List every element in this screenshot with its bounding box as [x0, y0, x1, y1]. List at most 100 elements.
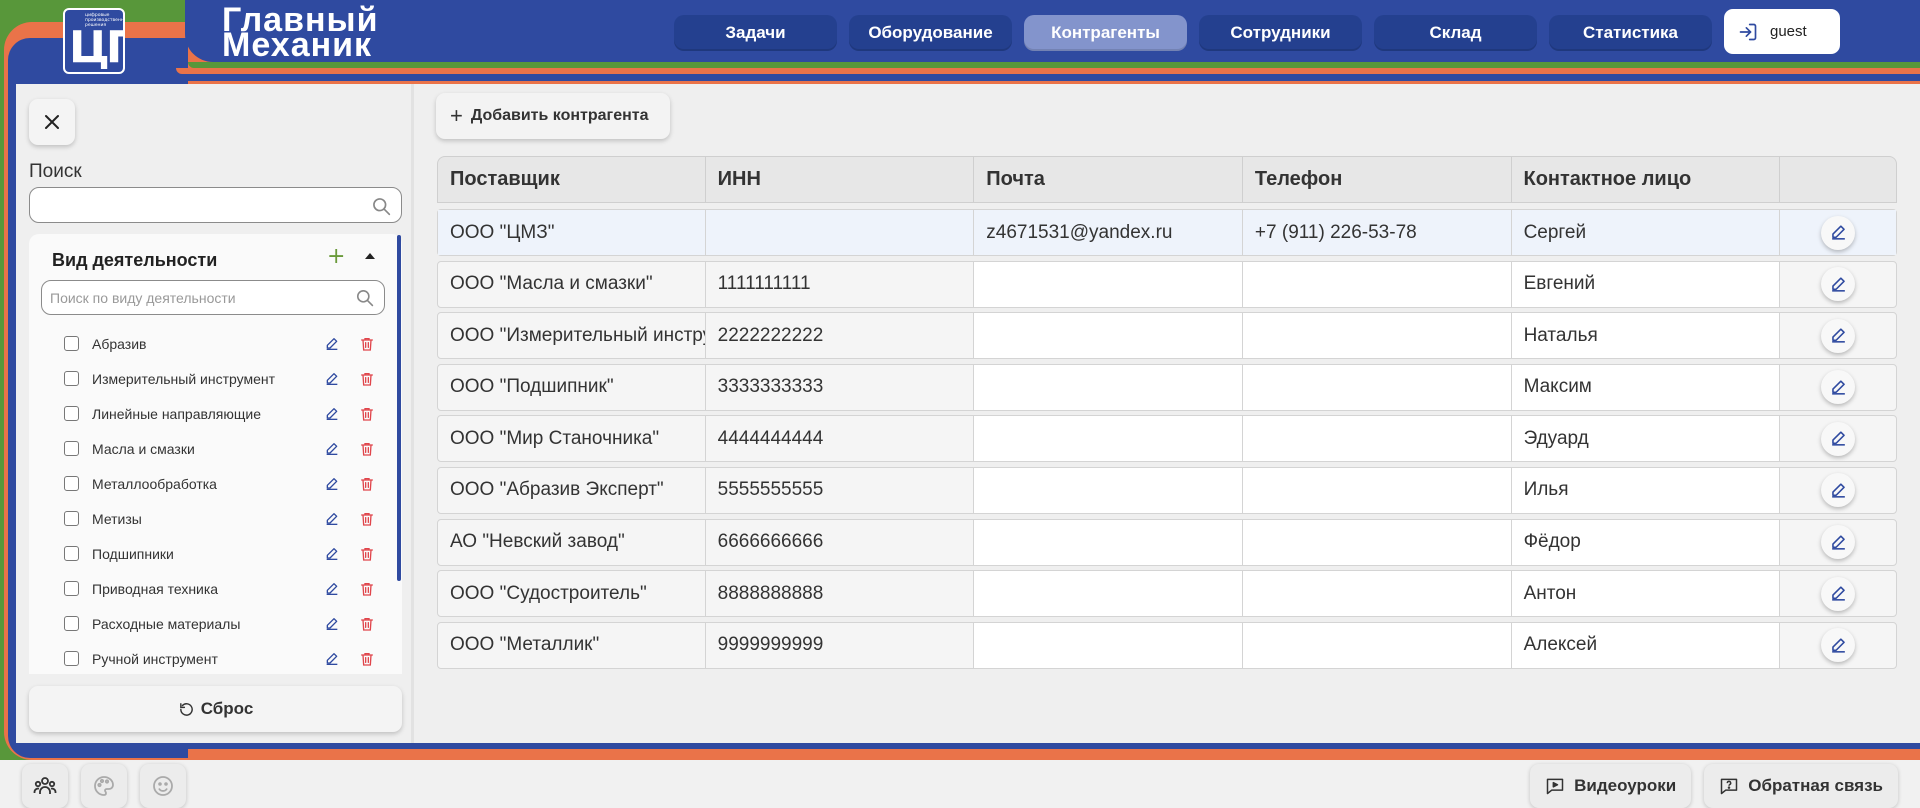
edit-row-button[interactable] — [1821, 318, 1856, 353]
cell-contact: Эдуард — [1511, 416, 1781, 462]
cell-actions — [1780, 262, 1896, 307]
filter-sidebar: Поиск Вид деятельности + Поиск по виду д… — [16, 84, 414, 743]
video-lessons-button[interactable]: Видеоуроки — [1530, 764, 1692, 808]
cell-phone — [1242, 261, 1512, 307]
feedback-button[interactable]: Обратная связь — [1704, 764, 1898, 808]
edit-row-button[interactable] — [1821, 473, 1856, 508]
cell-actions — [1780, 468, 1896, 513]
activity-search-input[interactable]: Поиск по виду деятельности — [41, 280, 385, 315]
table-row[interactable]: ООО "Измерительный инструмент" 222222222… — [437, 312, 1897, 360]
pencil-icon[interactable] — [324, 651, 340, 667]
activity-checkbox[interactable] — [64, 371, 79, 386]
filter-scrollbar[interactable] — [397, 235, 401, 581]
table-row[interactable]: АО "Невский завод" 6666666666 Фёдор — [437, 518, 1897, 566]
users-icon — [33, 777, 57, 794]
pencil-icon[interactable] — [324, 441, 340, 457]
column-inn[interactable]: ИНН — [706, 157, 975, 202]
help-chat-icon — [1720, 778, 1738, 795]
cell-phone — [1242, 364, 1512, 410]
nav-contractors[interactable]: Контрагенты — [1024, 15, 1187, 51]
nav-statistics[interactable]: Статистика — [1549, 15, 1712, 51]
users-button[interactable] — [22, 764, 68, 808]
edit-row-button[interactable] — [1821, 267, 1856, 302]
video-lessons-label: Видеоуроки — [1574, 776, 1677, 795]
cell-email — [974, 313, 1243, 359]
activity-filter-panel: Вид деятельности + Поиск по виду деятель… — [29, 234, 402, 674]
pencil-icon[interactable] — [324, 546, 340, 562]
activity-checkbox[interactable] — [64, 441, 79, 456]
trash-icon[interactable] — [359, 406, 375, 422]
edit-row-button[interactable] — [1821, 628, 1856, 663]
trash-icon[interactable] — [359, 441, 375, 457]
nav-employees[interactable]: Сотрудники — [1199, 15, 1362, 51]
cell-email — [974, 519, 1243, 565]
plus-icon[interactable]: + — [327, 246, 347, 268]
cell-supplier: ООО "Мир Станочника" — [438, 416, 706, 462]
nav-warehouse[interactable]: Склад — [1374, 15, 1537, 51]
cell-phone — [1242, 571, 1512, 617]
table-row[interactable]: ООО "Масла и смазки" 1111111111 Евгений — [437, 260, 1897, 308]
activity-checkbox[interactable] — [64, 616, 79, 631]
edit-row-button[interactable] — [1821, 525, 1856, 560]
user-login-button[interactable]: guest — [1724, 9, 1840, 54]
trash-icon[interactable] — [359, 336, 375, 352]
activity-checkbox[interactable] — [64, 651, 79, 666]
cell-contact: Наталья — [1511, 313, 1781, 359]
list-item: Расходные материалы — [29, 606, 402, 641]
column-contact[interactable]: Контактное лицо — [1512, 157, 1781, 202]
pencil-icon[interactable] — [324, 371, 340, 387]
edit-row-button[interactable] — [1821, 421, 1856, 456]
trash-icon[interactable] — [359, 651, 375, 667]
pencil-icon[interactable] — [324, 581, 340, 597]
contractors-table: Поставщик ИНН Почта Телефон Контактное л… — [437, 156, 1897, 669]
trash-icon[interactable] — [359, 616, 375, 632]
table-row[interactable]: ООО "Мир Станочника" 4444444444 Эдуард — [437, 415, 1897, 463]
cell-actions — [1780, 520, 1896, 565]
trash-icon[interactable] — [359, 511, 375, 527]
cell-email — [974, 622, 1243, 668]
search-label: Поиск — [29, 161, 82, 182]
theme-button[interactable] — [81, 764, 127, 808]
table-row[interactable]: ООО "Подшипник" 3333333333 Максим — [437, 363, 1897, 411]
mood-button[interactable] — [140, 764, 186, 808]
activity-checkbox[interactable] — [64, 581, 79, 596]
add-contractor-button[interactable]: + Добавить контрагента — [436, 93, 670, 139]
nav-equipment[interactable]: Оборудование — [849, 15, 1012, 51]
pencil-icon[interactable] — [324, 336, 340, 352]
cell-email — [974, 467, 1243, 513]
activity-checkbox[interactable] — [64, 511, 79, 526]
pencil-icon[interactable] — [324, 616, 340, 632]
trash-icon[interactable] — [359, 476, 375, 492]
trash-icon[interactable] — [359, 371, 375, 387]
cell-inn: 3333333333 — [705, 364, 975, 410]
activity-checkbox[interactable] — [64, 546, 79, 561]
nav-tasks[interactable]: Задачи — [674, 15, 837, 51]
column-supplier[interactable]: Поставщик — [438, 157, 706, 202]
edit-row-button[interactable] — [1821, 576, 1856, 611]
column-email[interactable]: Почта — [974, 157, 1243, 202]
cell-phone — [1242, 313, 1512, 359]
table-row[interactable]: ООО "ЦМЗ" z4671531@yandex.ru +7 (911) 22… — [437, 209, 1897, 256]
table-row[interactable]: ООО "Судостроитель" 8888888888 Антон — [437, 570, 1897, 618]
pencil-icon[interactable] — [324, 476, 340, 492]
cell-contact: Антон — [1511, 571, 1781, 617]
pencil-icon[interactable] — [324, 406, 340, 422]
edit-row-button[interactable] — [1821, 215, 1856, 250]
activity-checkbox[interactable] — [64, 476, 79, 491]
pencil-icon[interactable] — [324, 511, 340, 527]
trash-icon[interactable] — [359, 546, 375, 562]
cell-inn: 4444444444 — [705, 416, 975, 462]
reset-filters-button[interactable]: Сброс — [29, 686, 402, 732]
table-row[interactable]: ООО "Абразив Эксперт" 5555555555 Илья — [437, 466, 1897, 514]
activity-checkbox[interactable] — [64, 406, 79, 421]
column-phone[interactable]: Телефон — [1243, 157, 1512, 202]
list-item: Абразив — [29, 326, 402, 361]
close-sidebar-button[interactable] — [29, 99, 75, 145]
trash-icon[interactable] — [359, 581, 375, 597]
table-row[interactable]: ООО "Металлик" 9999999999 Алексей — [437, 621, 1897, 669]
pencil-icon — [1831, 638, 1845, 653]
activity-checkbox[interactable] — [64, 336, 79, 351]
caret-up-icon[interactable] — [365, 253, 375, 259]
edit-row-button[interactable] — [1821, 370, 1856, 405]
search-input[interactable] — [29, 187, 402, 223]
